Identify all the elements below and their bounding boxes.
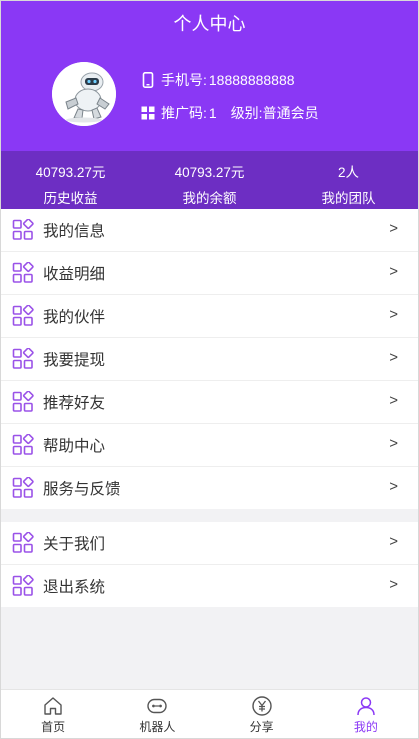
apps-icon <box>12 532 34 553</box>
level-label: 级别: <box>230 105 263 121</box>
stat-label: 我的余额 <box>182 191 237 206</box>
app-frame: 个人中心 手机号: 18888888888 推广码: 1 级别: 普通会员 40… <box>0 0 419 739</box>
profile-header: 个人中心 手机号: 18888888888 推广码: 1 级别: 普通会员 <box>1 1 418 151</box>
grid-icon <box>141 106 155 120</box>
menu-item-withdraw[interactable]: 我要提现 > <box>1 338 418 381</box>
referral-line: 推广码: 1 级别: 普通会员 <box>141 103 319 123</box>
menu-item-label: 收益明细 <box>43 266 106 283</box>
menu-secondary: 关于我们 > 退出系统 > <box>1 522 418 607</box>
referral-label: 推广码: <box>161 105 207 121</box>
chevron-right-icon: > <box>389 533 398 550</box>
avatar[interactable] <box>52 62 116 126</box>
apps-icon <box>12 391 34 412</box>
tab-label: 我的 <box>353 720 378 734</box>
chevron-right-icon: > <box>389 392 398 409</box>
menu-item-earnings-detail[interactable]: 收益明细 > <box>1 252 418 295</box>
stat-value: 40793.27元 <box>35 165 106 180</box>
apps-icon <box>12 575 34 596</box>
stat-label: 历史收益 <box>43 191 98 206</box>
stat-team[interactable]: 2人 我的团队 <box>279 151 418 209</box>
apps-icon <box>12 434 34 455</box>
chevron-right-icon: > <box>389 349 398 366</box>
user-icon <box>357 697 375 716</box>
phone-line: 手机号: 18888888888 <box>141 70 295 90</box>
referral-code: 1 <box>208 105 217 121</box>
chevron-right-icon: > <box>389 306 398 323</box>
stat-history-earnings[interactable]: 40793.27元 历史收益 <box>1 151 140 209</box>
apps-icon <box>12 348 34 369</box>
menu-item-my-partners[interactable]: 我的伙伴 > <box>1 295 418 338</box>
menu-item-label: 退出系统 <box>43 579 106 596</box>
stats-bar: 40793.27元 历史收益 40793.27元 我的余额 2人 我的团队 <box>1 151 418 209</box>
phone-icon <box>142 72 154 88</box>
robot-avatar-image <box>52 62 116 126</box>
tab-mine[interactable]: 我的 <box>314 690 418 738</box>
robot-icon <box>147 698 168 714</box>
chevron-right-icon: > <box>389 263 398 280</box>
menu-item-help-center[interactable]: 帮助中心 > <box>1 424 418 467</box>
bottom-tabbar: 首页 机器人 分享 我的 <box>1 689 418 738</box>
stat-value: 2人 <box>337 165 359 180</box>
chevron-right-icon: > <box>389 435 398 452</box>
yen-icon <box>251 696 272 716</box>
menu-primary: 我的信息 > 收益明细 > 我的伙伴 > 我要提现 > 推荐好友 > 帮助中心 … <box>1 209 418 509</box>
tab-share[interactable]: 分享 <box>210 690 314 738</box>
menu-item-label: 帮助中心 <box>43 438 106 455</box>
menu-item-label: 关于我们 <box>43 536 106 553</box>
tab-home[interactable]: 首页 <box>1 690 105 738</box>
menu-item-recommend-friends[interactable]: 推荐好友 > <box>1 381 418 424</box>
level-value: 普通会员 <box>262 105 319 121</box>
page-title: 个人中心 <box>173 14 246 34</box>
tab-label: 分享 <box>249 720 274 734</box>
menu-item-feedback[interactable]: 服务与反馈 > <box>1 467 418 509</box>
menu-item-label: 我的伙伴 <box>43 309 106 326</box>
apps-icon <box>12 262 34 283</box>
tab-robot[interactable]: 机器人 <box>105 690 209 738</box>
apps-icon <box>12 305 34 326</box>
menu-item-label: 服务与反馈 <box>43 481 121 498</box>
chevron-right-icon: > <box>389 220 398 237</box>
menu-item-label: 我的信息 <box>43 223 106 240</box>
menu-item-logout[interactable]: 退出系统 > <box>1 565 418 607</box>
menu-item-label: 推荐好友 <box>43 395 106 412</box>
stat-label: 我的团队 <box>321 191 376 206</box>
apps-icon <box>12 219 34 240</box>
tab-label: 首页 <box>41 720 66 734</box>
home-icon <box>44 697 62 715</box>
menu-item-about-us[interactable]: 关于我们 > <box>1 522 418 565</box>
phone-number: 18888888888 <box>208 72 295 88</box>
menu-item-my-info[interactable]: 我的信息 > <box>1 209 418 252</box>
menu-item-label: 我要提现 <box>43 352 106 369</box>
apps-icon <box>12 477 34 498</box>
phone-label: 手机号: <box>161 72 207 88</box>
chevron-right-icon: > <box>389 576 398 593</box>
stat-value: 40793.27元 <box>174 165 245 180</box>
stat-balance[interactable]: 40793.27元 我的余额 <box>140 151 279 209</box>
tab-label: 机器人 <box>139 720 176 734</box>
chevron-right-icon: > <box>389 478 398 495</box>
